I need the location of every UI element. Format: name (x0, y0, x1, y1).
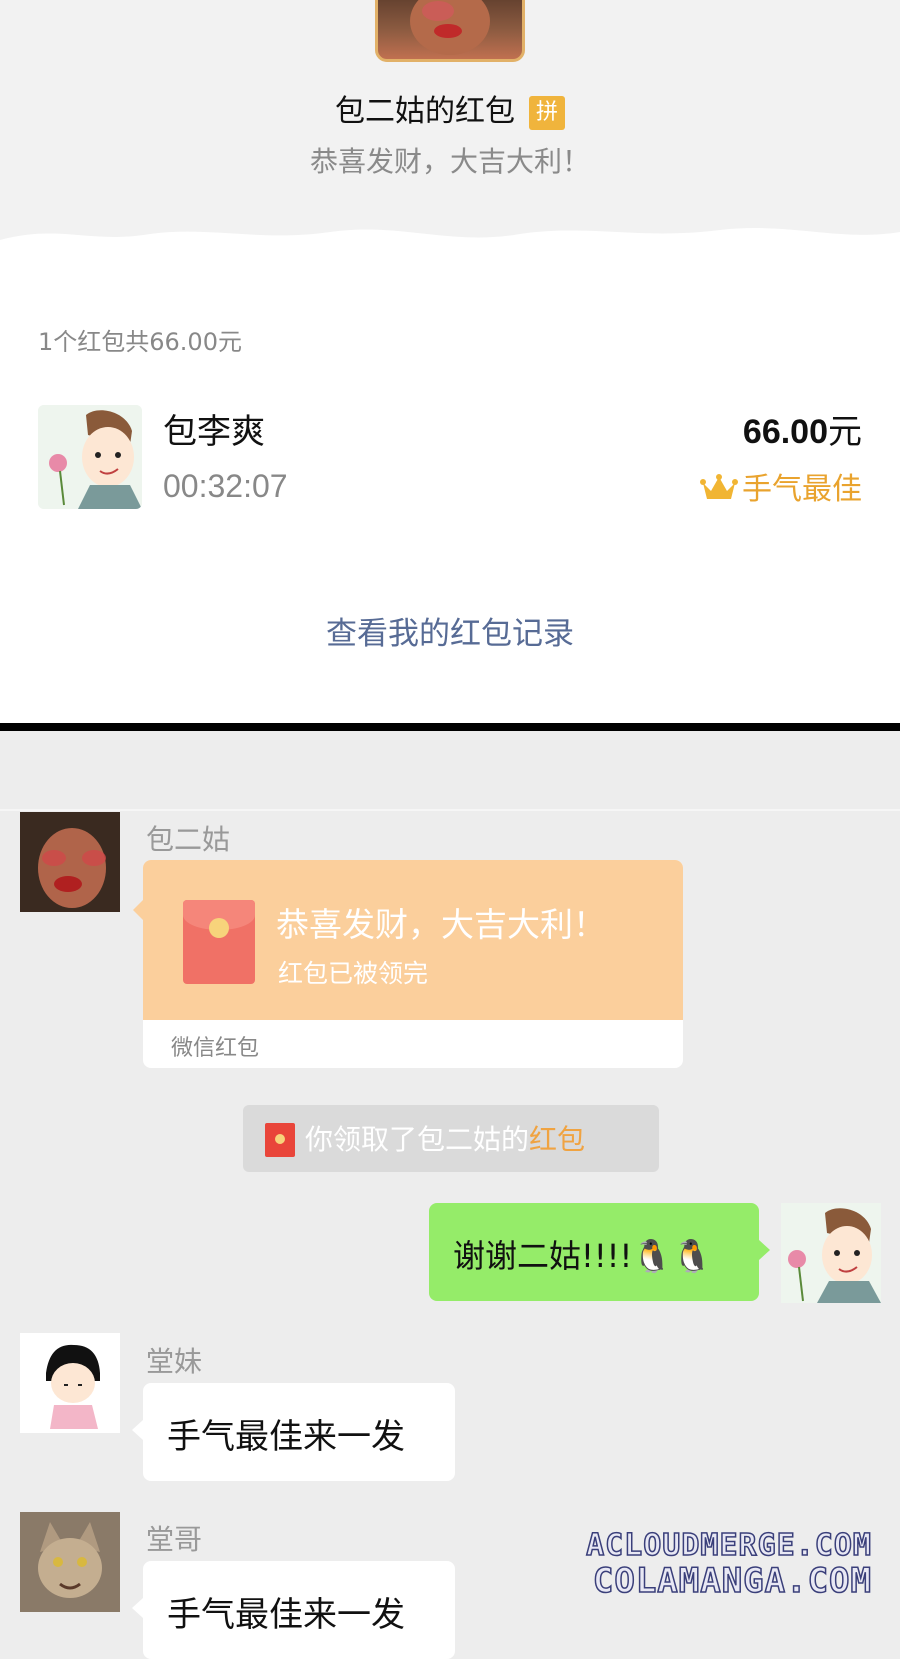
red-packet-seal (275, 1134, 285, 1144)
best-luck-label: 手气最佳 (742, 472, 862, 507)
system-notice: 你领取了包二姑的红包 (243, 1105, 659, 1172)
red-packet-footer: 微信红包 (171, 1036, 260, 1061)
notice-prefix: 你领取了包二姑的 (305, 1123, 530, 1156)
receiver-name: 包李爽 (163, 412, 265, 452)
envelope-seal (209, 918, 229, 938)
notice-red-packet-link[interactable]: 红包 (529, 1123, 585, 1156)
avatar-tangge[interactable] (20, 1512, 120, 1612)
photo-avatar-icon (20, 812, 120, 912)
avatar-bao-ergu[interactable] (20, 812, 120, 912)
cartoon-girl-avatar-icon (20, 1333, 120, 1433)
sender-photo-icon (410, 0, 490, 55)
cartoon-avatar-icon (38, 405, 142, 509)
avatar-self[interactable] (781, 1203, 881, 1303)
red-envelope-icon (183, 900, 255, 984)
watermark-line-2: COLAMANGA.COM (592, 1560, 872, 1602)
red-packet-icon (265, 1123, 295, 1157)
sender-nickname: 堂妹 (146, 1345, 203, 1378)
red-packet-message-card[interactable]: 恭喜发财，大吉大利！ 红包已被领完 微信红包 (143, 860, 683, 1068)
bubble-tail (759, 1240, 770, 1260)
view-records-link[interactable]: 查看我的红包记录 (0, 608, 900, 653)
packet-summary: 1个红包共66.00元 (38, 328, 242, 356)
cartoon-avatar-icon (781, 1203, 881, 1303)
sender-avatar[interactable] (375, 0, 525, 62)
sender-nickname: 包二姑 (146, 823, 231, 856)
red-packet-detail-panel: 包二姑的红包拼 恭喜发财，大吉大利！ 1个红包共66.00元 包李爽 00:32… (0, 0, 900, 723)
message-text: 手气最佳来一发 (167, 1417, 405, 1457)
notice-text: 你领取了包二姑的红包 (305, 1118, 585, 1158)
panel-divider (0, 723, 900, 731)
torn-paper-edge (0, 228, 900, 302)
bubble-tail (132, 1420, 143, 1440)
sender-nickname: 堂哥 (146, 1523, 203, 1556)
watermark-line-1: ACLOUDMERGE.COM (585, 1527, 872, 1564)
sender-title-text: 包二姑的红包 (335, 94, 515, 129)
message-bubble[interactable]: 手气最佳来一发 (143, 1561, 455, 1659)
message-bubble[interactable]: 手气最佳来一发 (143, 1383, 455, 1481)
avatar-tangmei[interactable] (20, 1333, 120, 1433)
red-packet-status: 红包已被领完 (278, 959, 429, 988)
blessing-text: 恭喜发财，大吉大利！ (309, 145, 590, 178)
chat-separator (0, 809, 900, 811)
cat-avatar-icon (20, 1512, 120, 1612)
receive-time: 00:32:07 (163, 468, 288, 504)
crown-icon (700, 474, 738, 499)
amount-unit: 元 (828, 412, 862, 452)
sender-title: 包二姑的红包拼 (0, 86, 900, 130)
received-amount: 66.00元 (743, 404, 862, 453)
bubble-tail (133, 900, 143, 920)
watermark: ACLOUDMERGE.COM COLAMANGA.COM (585, 1527, 872, 1602)
amount-value: 66.00 (742, 413, 828, 451)
message-text: 手气最佳来一发 (167, 1595, 405, 1635)
pin-badge: 拼 (529, 96, 565, 130)
red-packet-blessing: 恭喜发财，大吉大利！ (276, 905, 606, 944)
bubble-tail (132, 1598, 143, 1618)
red-packet-card-body: 恭喜发财，大吉大利！ 红包已被领完 (143, 860, 683, 1020)
receiver-avatar[interactable] (38, 405, 142, 509)
message-text: 谢谢二姑!!!!🐧🐧 (453, 1237, 713, 1275)
self-message-bubble[interactable]: 谢谢二姑!!!!🐧🐧 (429, 1203, 759, 1301)
best-luck-badge: 手气最佳 (700, 464, 862, 508)
